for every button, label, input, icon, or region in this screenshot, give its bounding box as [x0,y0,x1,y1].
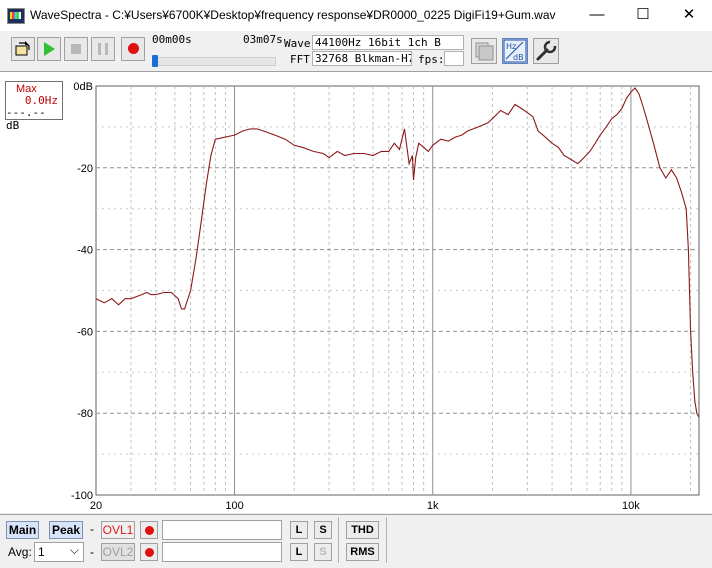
record-icon [127,43,139,54]
ovl1-load-button[interactable]: L [290,521,308,539]
y-tick-label: -20 [77,163,93,175]
settings-button[interactable] [533,38,559,64]
spectrum-chart: 0dB-20-40-60-80-10020 100 1k 10k [71,81,700,512]
panel-divider [338,517,339,563]
ovl1-name-field[interactable] [162,520,282,540]
dash-separator: - [90,545,94,559]
view-mode-icon [475,42,494,61]
record-button[interactable] [121,37,145,61]
y-tick-label: -40 [77,245,93,257]
wrench-icon [536,40,557,61]
record-icon [145,548,154,557]
avg-label: Avg: [8,545,32,559]
ovl2-record-button[interactable] [140,543,158,561]
title-bar: WaveSpectra - C:¥Users¥6700K¥Desktop¥fre… [0,0,712,31]
ovl2-save-button[interactable]: S [314,543,332,561]
max-level: ---.--dB [6,106,46,132]
time-start: 00m00s [152,33,192,46]
play-button[interactable] [37,37,61,61]
avg-value: 1 [38,545,45,559]
ovl1-save-button[interactable]: S [314,521,332,539]
y-tick-label: -80 [77,408,93,420]
x-tick-label: 1k [427,500,439,512]
x-tick-label: 10k [622,500,640,512]
hz-db-scale-button[interactable]: Hz dB [502,38,528,64]
panel-divider [386,517,387,563]
pause-button[interactable] [91,37,115,61]
pause-icon [98,43,108,55]
x-tick-label: 20 [90,500,102,512]
record-icon [145,526,154,535]
folder-open-icon[interactable] [11,37,35,61]
hz-db-scale-icon: Hz dB [503,39,527,63]
y-tick-label: 0dB [73,81,93,93]
window-title: WaveSpectra - C:¥Users¥6700K¥Desktop¥fre… [30,8,556,22]
rms-button[interactable]: RMS [346,543,379,561]
ovl1-record-button[interactable] [140,521,158,539]
max-readout: Max 0.0Hz ---.--dB [5,81,63,132]
fps-field [444,51,464,66]
wave-format-field: 44100Hz 16bit 1ch B [312,35,464,50]
seek-thumb[interactable] [152,55,158,67]
app-icon [7,8,25,24]
maximize-button[interactable]: ☐ [620,0,666,31]
seek-track[interactable] [152,57,276,66]
ovl2-load-button[interactable]: L [290,543,308,561]
ovl1-button[interactable]: OVL1 [101,521,135,539]
y-tick-label: -60 [77,326,93,338]
thd-button[interactable]: THD [346,521,379,539]
stop-icon [71,44,81,54]
fft-setting-field: 32768 Blkman-H7 [312,51,412,66]
ovl2-name-field[interactable] [162,542,282,562]
time-end: 03m07s [243,33,283,46]
close-button[interactable]: ✕ [666,0,712,31]
x-tick-label: 100 [225,500,243,512]
ovl2-button[interactable]: OVL2 [101,543,135,561]
peak-button[interactable]: Peak [49,521,83,539]
main-button[interactable]: Main [6,521,39,539]
play-icon [43,42,55,56]
svg-text:dB: dB [513,53,524,62]
view-mode-button[interactable] [471,38,497,64]
dash-separator: - [90,522,94,536]
fps-label: fps: [418,53,445,66]
avg-select[interactable]: 1 ⌵ [34,542,84,562]
stop-button[interactable] [64,37,88,61]
chevron-down-icon: ⌵ [69,543,79,557]
minimize-button[interactable]: — [574,0,620,31]
